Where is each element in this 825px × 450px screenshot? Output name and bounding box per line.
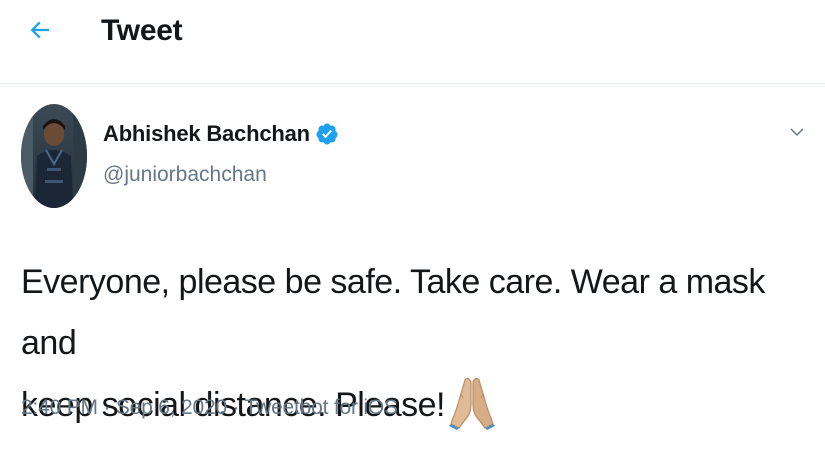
author-name: Abhishek Bachchan (103, 121, 310, 146)
tweet-source[interactable]: Tweetbot for iOS (245, 396, 398, 419)
page-header: Tweet (0, 0, 825, 84)
meta-separator-1: · (97, 396, 116, 419)
avatar[interactable] (21, 104, 87, 208)
page-title: Tweet (101, 14, 183, 47)
tweet-time[interactable]: 2:40 PM (21, 396, 98, 419)
tweet-text-line-1: Everyone, please be safe. Take care. Wea… (21, 263, 765, 362)
tweet-meta: 2:40 PM · Sep 6, 2020 · Tweetbot for iOS (21, 396, 398, 420)
author-handle[interactable]: @juniorbachchan (103, 163, 267, 187)
chevron-down-icon (790, 128, 804, 137)
folded-hands-emoji (448, 374, 495, 430)
meta-separator-2: · (226, 396, 245, 419)
more-options-button[interactable] (783, 118, 811, 146)
tweet-date[interactable]: Sep 6, 2020 (116, 396, 227, 419)
arrow-left-icon (30, 21, 49, 39)
author-name-link[interactable]: Abhishek Bachchan (103, 121, 339, 147)
back-button[interactable] (22, 12, 58, 48)
verified-badge-icon (315, 122, 339, 146)
